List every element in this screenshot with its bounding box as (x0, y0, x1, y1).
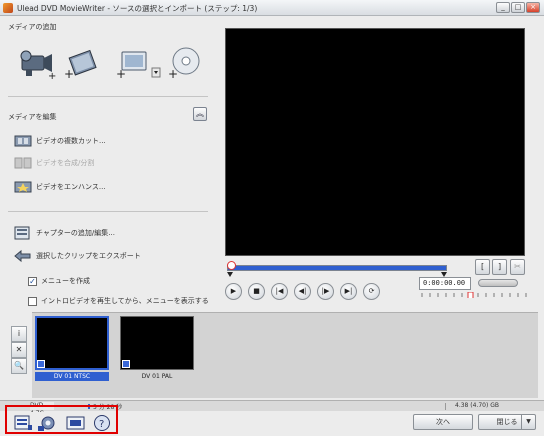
video-preview (225, 28, 525, 256)
multi-cut-icon (14, 135, 32, 147)
intro-menu-checkbox[interactable]: イントロビデオを再生してから、メニューを表示する (28, 296, 209, 306)
merge-split-icon (14, 157, 32, 169)
multi-cut-label: ビデオの複数カット... (36, 137, 106, 145)
merge-split-action: ビデオを合成/分割 (14, 154, 94, 172)
chapter-icon (14, 226, 30, 240)
stop-button[interactable]: ■ (248, 283, 265, 300)
disc-add-icon[interactable]: + (166, 46, 204, 80)
timeline-fill (228, 266, 446, 270)
svg-text:+: + (168, 67, 178, 80)
next-frame-button[interactable]: |▶ (317, 283, 334, 300)
clip-thumbnail[interactable]: DV 01 PAL (120, 316, 194, 380)
prev-frame-button[interactable]: ◀| (294, 283, 311, 300)
size-readout: 4.38 (4.70) GB (455, 402, 499, 409)
info-icon[interactable]: i (11, 326, 27, 342)
clip-badge-icon (37, 360, 45, 368)
clip-preview (35, 316, 109, 370)
zoom-icon[interactable]: 🔍 (11, 358, 27, 374)
photo-add-icon[interactable]: + (114, 48, 164, 80)
media-edit-label: メディアを編集 (8, 113, 57, 121)
divider (8, 96, 208, 97)
play-button[interactable]: ▶ (225, 283, 242, 300)
svg-text:+: + (48, 71, 56, 80)
clip-thumbnail[interactable]: DV 01 NTSC (35, 316, 109, 381)
collapse-button[interactable]: ︽ (193, 107, 207, 121)
window-title: Ulead DVD MovieWriter - ソースの選択とインポート (ステ… (17, 4, 258, 13)
mark-in-button[interactable]: [ (475, 259, 490, 275)
shuttle-ticks[interactable] (420, 292, 535, 298)
minimize-button[interactable]: _ (496, 2, 510, 13)
timeline-handle[interactable] (227, 261, 236, 270)
maximize-button[interactable]: □ (511, 2, 525, 13)
media-add-label: メディアの追加 (8, 23, 57, 31)
app-icon (3, 3, 13, 13)
mark-out-button[interactable]: ] (492, 259, 507, 275)
home-button[interactable]: |◀ (271, 283, 288, 300)
checkbox-box[interactable] (28, 296, 37, 306)
export-clip-label: 選択したクリップをエクスポート (36, 252, 141, 260)
export-clip-action[interactable]: 選択したクリップをエクスポート (14, 247, 141, 265)
end-button[interactable]: ▶| (340, 283, 357, 300)
multi-cut-action[interactable]: ビデオの複数カット... (14, 132, 106, 150)
camcorder-icon[interactable]: + (20, 48, 58, 80)
checkbox-box[interactable]: ✓ (28, 276, 37, 286)
title-bar: Ulead DVD MovieWriter - ソースの選択とインポート (ステ… (0, 0, 544, 16)
chapter-edit-label: チャプターの追加/編集... (36, 229, 115, 237)
enhance-action[interactable]: ビデオをエンハンス... (14, 178, 106, 196)
delete-icon[interactable]: ✕ (11, 342, 27, 358)
close-button[interactable]: × (526, 2, 540, 13)
highlight-frame (5, 405, 118, 434)
dropdown-arrow-icon[interactable]: ▼ (521, 415, 535, 429)
clip-label: DV 01 NTSC (35, 372, 109, 381)
enhance-label: ビデオをエンハンス... (36, 183, 106, 191)
create-menu-label: メニューを作成 (41, 277, 90, 285)
merge-split-label: ビデオを合成/分割 (36, 159, 95, 167)
volume-slider[interactable] (478, 279, 518, 287)
timecode-field[interactable]: 0:00:00.00 (419, 277, 471, 290)
svg-text:+: + (64, 67, 74, 80)
repeat-button[interactable]: ⟳ (363, 283, 380, 300)
trim-markers (227, 272, 447, 277)
next-button-label: 次へ (436, 418, 450, 426)
close-dialog-button[interactable]: 閉じる ▼ (478, 414, 536, 430)
chapter-edit-action[interactable]: チャプターの追加/編集... (14, 224, 115, 242)
export-icon (14, 249, 31, 263)
clip-badge-icon (122, 360, 130, 368)
enhance-icon (14, 181, 32, 193)
intro-menu-label: イントロビデオを再生してから、メニューを表示する (41, 297, 209, 305)
clip-preview (120, 316, 194, 370)
cut-icon[interactable]: ✂ (510, 259, 525, 275)
film-add-icon[interactable]: + (62, 48, 100, 80)
next-button[interactable]: 次へ (413, 414, 473, 430)
clip-label: DV 01 PAL (141, 373, 173, 380)
divider (8, 211, 208, 212)
svg-text:+: + (116, 67, 126, 80)
create-menu-checkbox[interactable]: ✓ メニューを作成 (28, 276, 90, 286)
